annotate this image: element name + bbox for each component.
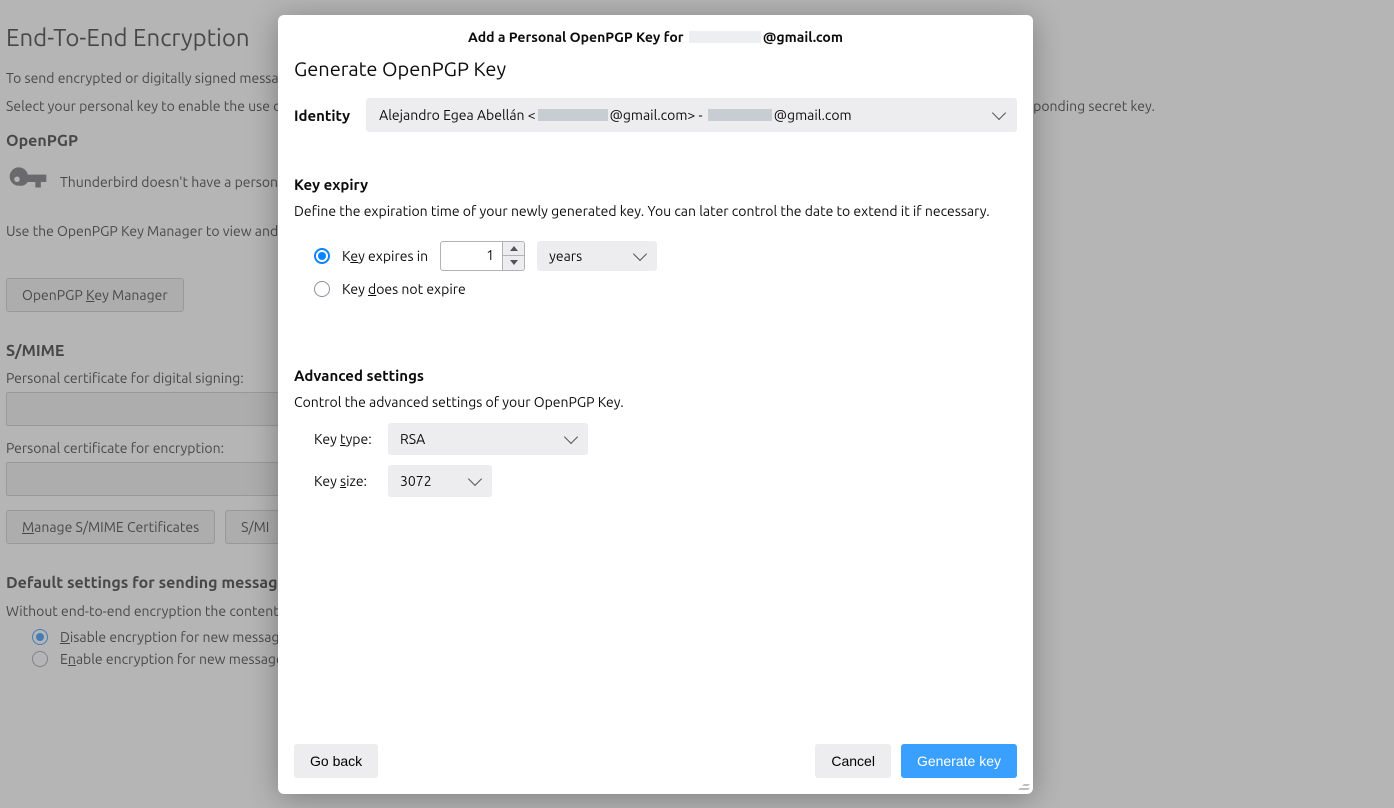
key-size-select[interactable]: 3072 <box>388 465 492 497</box>
generate-key-dialog: Add a Personal OpenPGP Key for @gmail.co… <box>278 15 1033 794</box>
chevron-down-icon <box>564 430 578 444</box>
expiry-number-input[interactable]: 1 <box>440 241 525 271</box>
triangle-up-icon <box>510 246 518 251</box>
chevron-down-icon <box>633 247 647 261</box>
dialog-heading: Generate OpenPGP Key <box>294 57 1017 80</box>
key-expires-radio[interactable] <box>314 248 330 264</box>
key-expiry-heading: Key expiry <box>294 176 1017 193</box>
chevron-down-icon <box>992 106 1006 120</box>
triangle-down-icon <box>510 260 518 265</box>
key-expires-label: Key expires in <box>342 248 428 264</box>
generate-key-button[interactable]: Generate key <box>901 744 1017 778</box>
advanced-desc: Control the advanced settings of your Op… <box>294 392 1017 414</box>
expiry-unit-select[interactable]: years <box>537 241 657 271</box>
identity-select[interactable]: Alejandro Egea Abellán <@gmail.com> - @g… <box>366 98 1017 132</box>
key-type-label: Key type: <box>314 431 376 447</box>
resize-grip-icon[interactable] <box>1017 778 1029 790</box>
expiry-unit-value: years <box>549 248 635 264</box>
key-type-value: RSA <box>400 431 566 447</box>
key-size-value: 3072 <box>400 473 470 489</box>
expiry-number-value: 1 <box>441 242 502 270</box>
stepper-up-button[interactable] <box>503 242 524 257</box>
key-not-expire-label: Key does not expire <box>342 281 466 297</box>
advanced-heading: Advanced settings <box>294 367 1017 384</box>
key-not-expire-radio[interactable] <box>314 281 330 297</box>
chevron-down-icon <box>468 472 482 486</box>
identity-label: Identity <box>294 107 350 124</box>
go-back-button[interactable]: Go back <box>294 744 378 778</box>
key-size-label: Key size: <box>314 473 376 489</box>
redacted-email-user <box>689 31 761 43</box>
key-type-select[interactable]: RSA <box>388 423 588 455</box>
stepper-down-button[interactable] <box>503 256 524 270</box>
key-expiry-desc: Define the expiration time of your newly… <box>294 201 1017 223</box>
identity-select-value: Alejandro Egea Abellán <@gmail.com> - @g… <box>379 107 994 123</box>
dialog-title: Add a Personal OpenPGP Key for @gmail.co… <box>278 15 1033 51</box>
cancel-button[interactable]: Cancel <box>815 744 891 778</box>
